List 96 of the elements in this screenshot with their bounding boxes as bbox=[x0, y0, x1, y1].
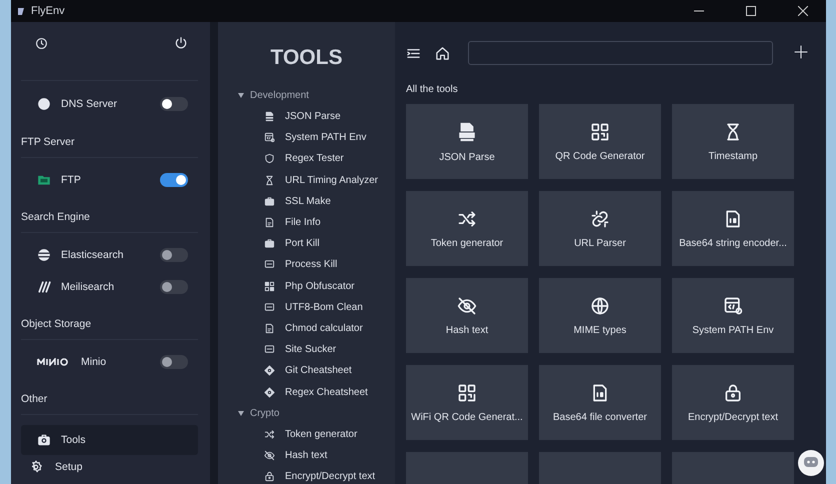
sidebar-item[interactable]: Tools bbox=[21, 425, 198, 455]
sidebar-item[interactable]: FTP bbox=[21, 164, 198, 196]
tree-group[interactable]: Crypto bbox=[238, 402, 395, 424]
group-header: FTP Server bbox=[21, 121, 198, 158]
monitor-icon bbox=[264, 344, 275, 356]
sidebar-item[interactable]: Meilisearch bbox=[21, 271, 198, 303]
eye-off-icon bbox=[264, 450, 275, 461]
qr-code-icon bbox=[590, 122, 610, 142]
tree-item[interactable]: Process Kill bbox=[238, 254, 395, 276]
json-file-icon bbox=[456, 120, 478, 142]
tree-item[interactable]: File Info bbox=[238, 212, 395, 234]
tree-item[interactable]: JSON Parse bbox=[238, 106, 395, 128]
group-header: Other bbox=[21, 378, 198, 415]
power-icon bbox=[174, 36, 188, 50]
minio-logo-icon bbox=[37, 358, 71, 366]
code-window-icon bbox=[264, 132, 275, 144]
grid-icon bbox=[264, 280, 275, 292]
document-icon bbox=[264, 217, 275, 228]
file-icon bbox=[264, 111, 275, 122]
tree-item[interactable]: Regex Tester bbox=[238, 148, 395, 170]
toggle-switch[interactable] bbox=[160, 248, 188, 262]
sidebar-item[interactable]: Elasticsearch bbox=[21, 239, 198, 271]
tree-item[interactable]: Chmod calculator bbox=[238, 318, 395, 340]
shuffle-icon bbox=[457, 208, 477, 228]
lock-icon bbox=[264, 471, 275, 482]
tool-card[interactable]: Hash text bbox=[406, 278, 528, 353]
tree-item[interactable]: SSL Make bbox=[238, 190, 395, 212]
clock-icon bbox=[35, 36, 48, 50]
tree-item[interactable]: Hash text bbox=[238, 444, 395, 466]
toggle-switch[interactable] bbox=[160, 173, 188, 187]
caret-icon bbox=[238, 410, 244, 416]
tool-card[interactable]: QR Code Generator bbox=[539, 104, 661, 179]
sidebar-item[interactable]: Minio bbox=[21, 346, 198, 378]
tool-card[interactable]: Timestamp bbox=[672, 104, 794, 179]
tree-item[interactable]: System PATH Env bbox=[238, 127, 395, 148]
plus-icon bbox=[793, 44, 809, 60]
group-header: Search Engine bbox=[21, 196, 198, 233]
tree-item[interactable]: UTF8-Bom Clean bbox=[238, 296, 395, 318]
qr-code-icon bbox=[457, 382, 477, 402]
history-button[interactable] bbox=[35, 36, 48, 50]
tool-card[interactable]: Base64 file converter bbox=[539, 365, 661, 440]
tool-card[interactable]: Encrypt/Decrypt text bbox=[672, 365, 794, 440]
broken-link-icon bbox=[590, 208, 610, 228]
section-title: All the tools bbox=[406, 84, 459, 97]
eye-off-icon bbox=[457, 296, 477, 316]
elastic-icon bbox=[37, 248, 51, 262]
lock-icon bbox=[723, 382, 743, 402]
window-title: FlyEnv bbox=[31, 5, 66, 17]
globe-icon bbox=[590, 296, 610, 316]
search-field[interactable] bbox=[468, 41, 773, 65]
tool-card[interactable]: Token generator bbox=[406, 191, 528, 266]
diamond-icon bbox=[264, 365, 275, 376]
home-icon bbox=[435, 46, 450, 60]
tree-item[interactable]: URL Timing Analyzer bbox=[238, 170, 395, 191]
monitor-icon bbox=[264, 259, 275, 270]
shuffle-icon bbox=[264, 428, 275, 440]
tool-card[interactable]: JSON Parse bbox=[406, 104, 528, 179]
slashes-icon bbox=[37, 280, 51, 294]
tool-card[interactable]: System PATH Env bbox=[672, 278, 794, 353]
home-button[interactable] bbox=[435, 46, 450, 60]
code-window-icon bbox=[723, 296, 743, 316]
tree-group[interactable]: Development bbox=[238, 85, 395, 106]
toggle-switch[interactable] bbox=[160, 280, 188, 294]
close-icon bbox=[798, 6, 808, 16]
briefcase-icon bbox=[264, 238, 275, 250]
group-header: Object Storage bbox=[21, 303, 198, 340]
shield-icon bbox=[264, 153, 275, 164]
tree-item[interactable]: Php Obfuscator bbox=[238, 276, 395, 297]
tree-item[interactable]: Git Cheatsheet bbox=[238, 360, 395, 382]
briefcase-icon bbox=[264, 196, 275, 207]
folder-icon bbox=[37, 173, 51, 187]
sidebar-item[interactable]: DNS Server bbox=[21, 80, 198, 121]
toggle-switch[interactable] bbox=[160, 97, 188, 111]
caret-icon bbox=[238, 93, 244, 98]
panel-title: TOOLS bbox=[270, 45, 344, 71]
settings-icon bbox=[29, 460, 43, 474]
app-logo-icon bbox=[17, 6, 25, 16]
tree-item[interactable]: Token generator bbox=[238, 424, 395, 445]
toggle-switch[interactable] bbox=[160, 355, 188, 369]
sidebar-item[interactable]: Setup bbox=[21, 455, 198, 476]
toolbox-icon bbox=[37, 433, 51, 447]
tree-item[interactable]: Encrypt/Decrypt text bbox=[238, 466, 395, 484]
tool-card[interactable]: WiFi QR Code Generat... bbox=[406, 365, 528, 440]
tree-item[interactable]: Port Kill bbox=[238, 233, 395, 254]
document-icon bbox=[264, 322, 275, 334]
diamond-icon bbox=[264, 386, 275, 398]
hourglass-icon bbox=[264, 174, 275, 186]
tree-item[interactable]: Regex Cheatsheet bbox=[238, 381, 395, 403]
maximize-icon bbox=[746, 6, 756, 16]
robot-icon bbox=[803, 456, 819, 470]
power-button[interactable] bbox=[174, 36, 188, 50]
monitor-icon bbox=[264, 302, 275, 313]
tool-card[interactable]: Base64 string encoder... bbox=[672, 191, 794, 266]
tool-card[interactable]: MIME types bbox=[539, 278, 661, 353]
tree-item[interactable]: Site Sucker bbox=[238, 339, 395, 360]
tool-card[interactable]: URL Parser bbox=[539, 191, 661, 266]
